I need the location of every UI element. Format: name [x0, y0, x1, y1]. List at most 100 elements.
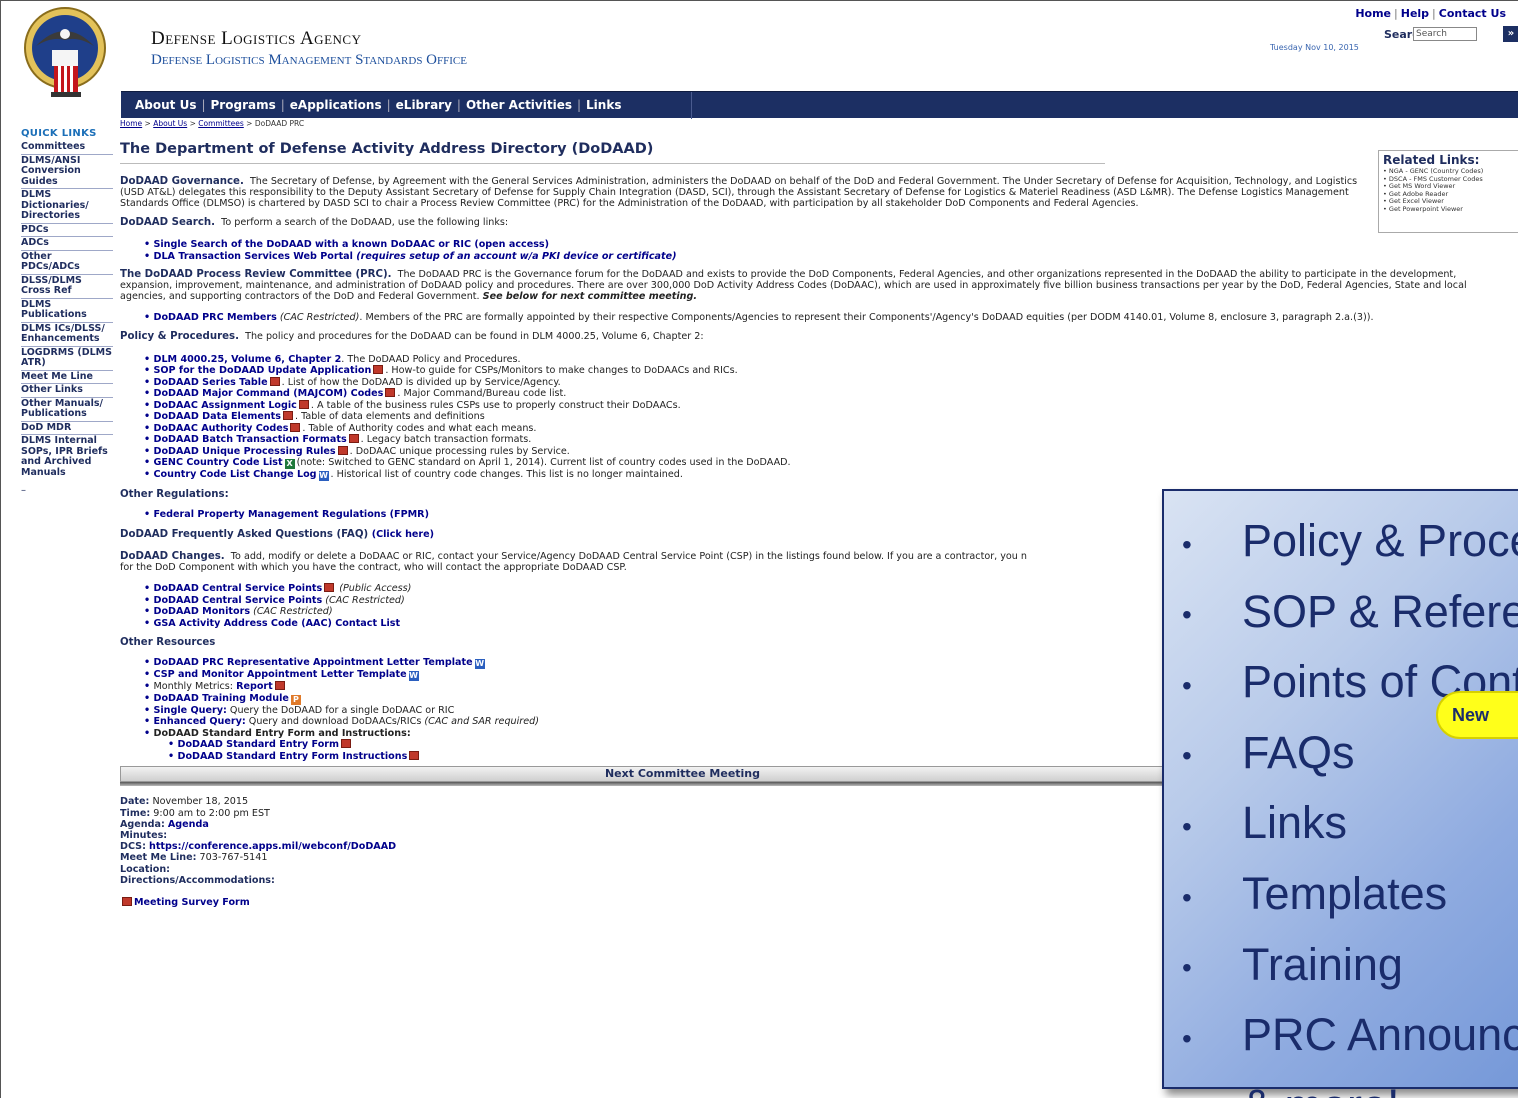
quick-links-title: QUICK LINKS: [21, 128, 97, 139]
policy-link[interactable]: SOP for the DoDAAD Update Application: [153, 365, 371, 376]
policy-link[interactable]: DoDAAD Data Elements: [153, 411, 281, 422]
breadcrumb-committees[interactable]: Committees: [198, 119, 244, 128]
prc-members-link[interactable]: DoDAAD PRC Members: [153, 312, 276, 323]
quick-link-dlms-publications[interactable]: DLMS Publications: [21, 299, 113, 323]
policy-link[interactable]: DLM 4000.25, Volume 6, Chapter 2: [153, 354, 341, 365]
changes-link[interactable]: DoDAAD Central Service Points: [153, 595, 322, 606]
meeting-survey-link[interactable]: Meeting Survey Form: [134, 897, 250, 908]
quick-link-adcs[interactable]: ADCs: [21, 237, 113, 251]
word-icon: W: [318, 471, 329, 482]
agenda-link[interactable]: Agenda: [168, 819, 209, 830]
quick-link-dlms-dictionaries[interactable]: DLMS Dictionaries/ Directories: [21, 189, 113, 224]
resource-prefix: Monthly Metrics:: [153, 681, 237, 693]
page: Defense Logistics Agency Defense Logisti…: [0, 0, 1518, 1098]
quick-link-dlms-ansi[interactable]: DLMS/ANSI Conversion Guides: [21, 155, 113, 189]
policy-link[interactable]: DoDAAC Assignment Logic: [153, 400, 296, 411]
changes-note: (CAC Restricted): [325, 594, 405, 606]
bullet-icon: •: [1182, 1022, 1192, 1054]
dla-portal-link[interactable]: DLA Transaction Services Web Portal (req…: [153, 251, 676, 262]
search-input[interactable]: [1413, 27, 1477, 41]
quick-link-dlss-dlms-crossref[interactable]: DLSS/DLMS Cross Ref: [21, 275, 113, 299]
nav-links[interactable]: Links: [586, 98, 621, 112]
policy-link[interactable]: DoDAAD Major Command (MAJCOM) Codes: [153, 388, 383, 399]
quick-link-committees[interactable]: Committees: [21, 141, 113, 155]
page-title: The Department of Defense Activity Addre…: [120, 141, 654, 157]
faq-click-here-link[interactable]: (Click here): [372, 529, 434, 540]
policy-item-text: . The DoDAAD Policy and Procedures.: [341, 353, 521, 365]
changes-note: (Public Access): [339, 583, 412, 595]
list-item: DoDAAC Authority Codes . Table of Authori…: [144, 422, 1515, 435]
policy-link[interactable]: DoDAAD Batch Transaction Formats: [153, 434, 346, 445]
quick-link-dlms-internal-sops[interactable]: DLMS Internal SOPs, IPR Briefs and Archi…: [21, 435, 113, 479]
callout-list: •Policy & Procedures•SOP & Reference•Poi…: [1182, 507, 1518, 1098]
policy-link[interactable]: Country Code List Change Log: [153, 469, 316, 480]
nav-about-us[interactable]: About Us: [135, 98, 196, 112]
nav-separator: |: [576, 98, 582, 112]
changes-link[interactable]: DoDAAD Monitors: [153, 606, 250, 617]
changes-link[interactable]: GSA Activity Address Code (AAC) Contact …: [153, 618, 400, 629]
related-link-powerpoint-viewer[interactable]: Get Powerpoint Viewer: [1383, 205, 1518, 214]
next-meeting-bar: Next Committee Meeting: [120, 766, 1245, 783]
entry-form-link[interactable]: DoDAAD Standard Entry Form: [177, 739, 339, 750]
policy-link[interactable]: DoDAAD Series Table: [153, 377, 267, 388]
fpmr-link[interactable]: Federal Property Management Regulations …: [153, 509, 428, 520]
prc-paragraph: The DoDAAD Process Review Committee (PRC…: [120, 269, 1503, 302]
changes-note: (CAC Restricted): [253, 606, 333, 618]
resource-link[interactable]: Report: [236, 681, 273, 692]
current-date: Tuesday Nov 10, 2015: [1270, 43, 1359, 52]
related-links-title: Related Links:: [1383, 153, 1480, 167]
office-name: Defense Logistics Management Standards O…: [151, 52, 467, 68]
quick-link-dod-mdr[interactable]: DoD MDR: [21, 422, 113, 435]
policy-link[interactable]: GENC Country Code List: [153, 457, 282, 468]
search-lead: DoDAAD Search.: [120, 217, 215, 229]
policy-link[interactable]: DoDAAC Authority Codes: [153, 423, 288, 434]
single-search-link[interactable]: Single Search of the DoDAAD with a known…: [153, 239, 549, 250]
list-item: DoDAAD Major Command (MAJCOM) Codes . Maj…: [144, 388, 1515, 400]
main-nav-bar: About Us | Programs | eApplications | eLibrary…: [121, 91, 1518, 119]
bullet-icon: •: [1182, 599, 1192, 631]
quick-link-meet-me-line[interactable]: Meet Me Line: [21, 371, 113, 384]
entry-form-instructions-link[interactable]: DoDAAD Standard Entry Form Instructions: [177, 751, 407, 762]
policy-link[interactable]: DoDAAD Unique Processing Rules: [153, 446, 335, 457]
quick-link-other-pdcs-adcs[interactable]: Other PDCs/ADCs: [21, 251, 113, 275]
home-link[interactable]: Home: [1355, 7, 1391, 20]
quick-link-other-links[interactable]: Other Links: [21, 384, 113, 398]
nav-programs[interactable]: Programs: [211, 98, 276, 112]
nav-elibrary[interactable]: eLibrary: [396, 98, 452, 112]
resource-link[interactable]: DoDAAD PRC Representative Appointment Le…: [153, 657, 472, 668]
policy-item-text: . Major Command/Bureau code list.: [397, 388, 567, 400]
quick-link-pdcs[interactable]: PDCs: [21, 224, 113, 237]
excel-icon: X: [284, 459, 295, 470]
callout-item: • Templates: [1182, 860, 1518, 931]
breadcrumb-about-us[interactable]: About Us: [153, 119, 187, 128]
callout-item: •& more!: [1182, 1072, 1518, 1098]
policy-item-text: . How-to guide for CSPs/Monitors to make…: [385, 365, 738, 377]
pdf-icon: [274, 681, 285, 691]
policy-item-text: . Table of data elements and definitions: [294, 411, 485, 423]
help-link[interactable]: Help: [1401, 7, 1429, 20]
breadcrumb-home[interactable]: Home: [120, 119, 142, 128]
resource-link[interactable]: Enhanced Query:: [153, 716, 245, 727]
quick-link-dlms-ics[interactable]: DLMS ICs/DLSS/ Enhancements: [21, 323, 113, 347]
callout-item-label: & more!: [1242, 1080, 1400, 1098]
pdf-icon: [324, 583, 335, 593]
top-links-separator: |: [1394, 7, 1398, 20]
quick-links-sidebar: QUICK LINKS Committees DLMS/ANSI Convers…: [21, 128, 113, 496]
nav-eapplications[interactable]: eApplications: [290, 98, 382, 112]
new-badge: New: [1436, 691, 1518, 739]
callout-item-label: Training: [1242, 938, 1403, 990]
quick-link-other-manuals[interactable]: Other Manuals/ Publications: [21, 398, 113, 422]
resource-link[interactable]: DoDAAD Training Module: [153, 693, 288, 704]
search-button[interactable]: »: [1503, 26, 1518, 42]
dcs-link[interactable]: https://conference.apps.mil/webconf/DoDA…: [149, 841, 396, 852]
faq-title: DoDAAD Frequently Asked Questions (FAQ): [120, 528, 369, 540]
nav-other-activities[interactable]: Other Activities: [466, 98, 572, 112]
related-links-box: Related Links: NGA - GENC (Country Codes…: [1378, 150, 1518, 233]
resource-link[interactable]: Single Query:: [153, 705, 226, 716]
dla-portal-link-text: DLA Transaction Services Web Portal: [153, 250, 353, 262]
resource-link[interactable]: CSP and Monitor Appointment Letter Templ…: [153, 669, 406, 680]
policy-item-text: . DoDAAC unique processing rules by Serv…: [349, 445, 570, 457]
changes-link[interactable]: DoDAAD Central Service Points: [153, 583, 322, 594]
quick-link-logdrms[interactable]: LOGDRMS (DLMS ATR): [21, 347, 113, 371]
contact-us-link[interactable]: Contact Us: [1439, 7, 1506, 20]
